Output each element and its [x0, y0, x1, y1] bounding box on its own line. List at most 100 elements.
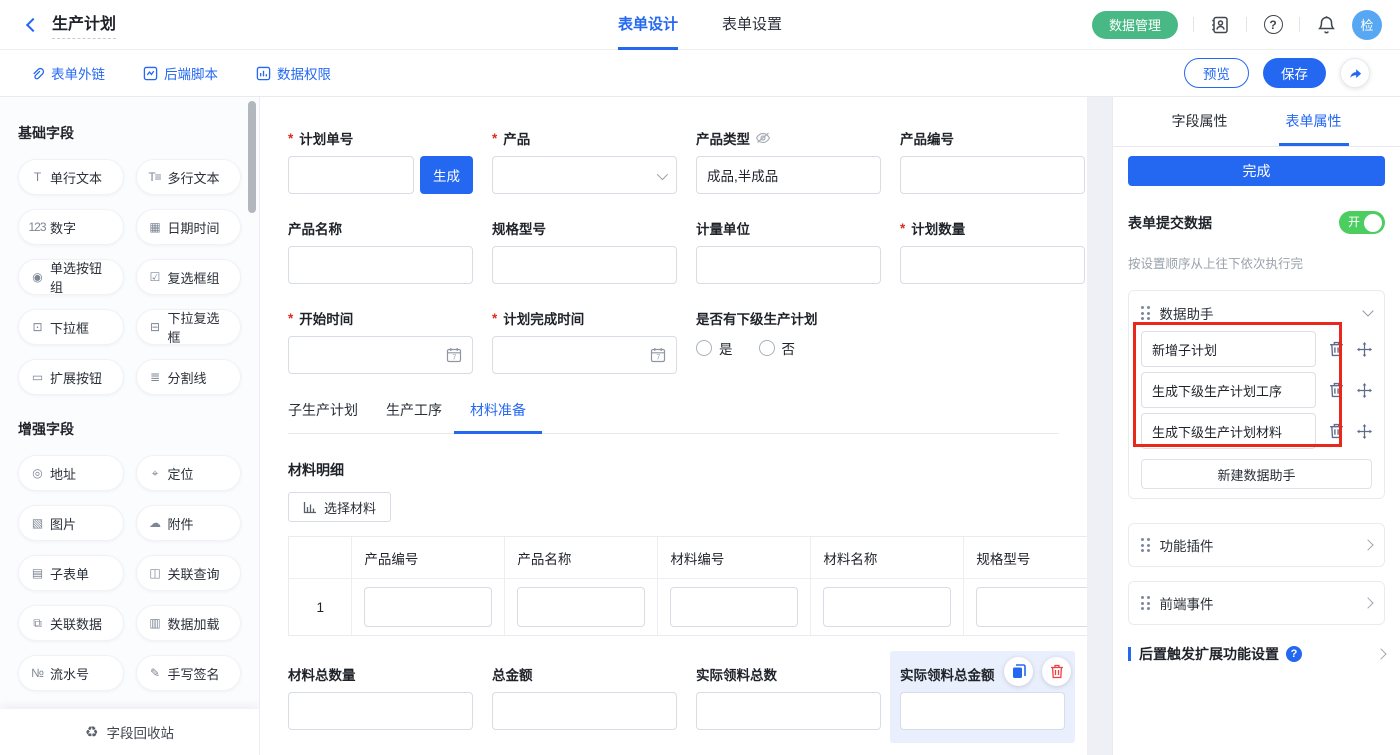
plan-finish-time-input[interactable]: 7: [492, 336, 677, 374]
unit-input[interactable]: [696, 246, 881, 284]
field-product-code[interactable]: 产品编号: [900, 130, 1085, 194]
field-pill-single-line-text[interactable]: T单行文本: [18, 159, 124, 195]
generate-button[interactable]: 生成: [420, 156, 473, 194]
field-pill-divider-line[interactable]: ≣分割线: [136, 359, 242, 395]
field-spec-model[interactable]: 规格型号: [492, 220, 677, 284]
page-title[interactable]: 生产计划: [52, 10, 116, 39]
field-actual-pick-amount-selected[interactable]: 实际领料总金额: [890, 651, 1075, 743]
field-pill-radio-group[interactable]: ◉单选按钮组: [18, 259, 124, 295]
field-pill-datetime[interactable]: ▦日期时间: [136, 209, 242, 245]
plan-number-input[interactable]: [288, 156, 414, 194]
tab-form-properties[interactable]: 表单属性: [1286, 97, 1342, 146]
tab-sub-production-plan[interactable]: 子生产计划: [288, 400, 358, 433]
actual-pick-amount-input[interactable]: [900, 692, 1065, 730]
field-pill-subform[interactable]: ▤子表单: [18, 555, 124, 591]
data-manage-button[interactable]: 数据管理: [1092, 11, 1178, 39]
move-assistant-icon[interactable]: [1357, 424, 1372, 439]
form-external-link[interactable]: 表单外链: [30, 63, 105, 83]
start-time-input[interactable]: 7: [288, 336, 473, 374]
plugin-section-card[interactable]: 功能插件: [1128, 523, 1385, 567]
field-plan-quantity[interactable]: *计划数量: [900, 220, 1085, 284]
field-product-type[interactable]: 产品类型 成品,半成品: [696, 130, 881, 194]
actual-pick-total-input[interactable]: [696, 692, 881, 730]
help-icon[interactable]: ?: [1262, 14, 1284, 36]
save-button[interactable]: 保存: [1263, 58, 1326, 88]
chevron-right-icon[interactable]: [1362, 597, 1373, 608]
cell-input[interactable]: [364, 587, 492, 627]
tab-form-settings[interactable]: 表单设置: [722, 0, 782, 50]
share-button[interactable]: [1340, 58, 1370, 88]
cell-input[interactable]: [517, 587, 645, 627]
preview-button[interactable]: 预览: [1184, 58, 1249, 88]
radio-option-yes[interactable]: 是: [696, 338, 733, 358]
delete-assistant-icon[interactable]: [1329, 341, 1344, 357]
assistant-item-input[interactable]: 生成下级生产计划材料: [1141, 413, 1316, 449]
field-pill-multi-dropdown[interactable]: ⊟下拉复选框: [136, 309, 242, 345]
data-permission-link[interactable]: 数据权限: [256, 63, 331, 83]
field-pill-attachment[interactable]: ☁附件: [136, 505, 242, 541]
cell-input[interactable]: [670, 587, 798, 627]
cell-input[interactable]: [976, 587, 1087, 627]
field-pill-image[interactable]: ▧图片: [18, 505, 124, 541]
drag-handle-icon[interactable]: [1141, 596, 1150, 610]
field-pill-relation-query[interactable]: ◫关联查询: [136, 555, 242, 591]
assistant-item-input[interactable]: 新增子计划: [1141, 331, 1316, 367]
backend-script-link[interactable]: 后端脚本: [143, 63, 218, 83]
chevron-right-icon[interactable]: [1375, 648, 1386, 659]
chevron-right-icon[interactable]: [1362, 539, 1373, 550]
field-total-amount[interactable]: 总金额: [492, 666, 677, 730]
field-pill-number[interactable]: 123数字: [18, 209, 124, 245]
product-type-input[interactable]: 成品,半成品: [696, 156, 881, 194]
avatar[interactable]: 检: [1352, 10, 1382, 40]
delete-assistant-icon[interactable]: [1329, 382, 1344, 398]
field-recycle-bin[interactable]: ♻ 字段回收站: [0, 709, 259, 755]
address-book-icon[interactable]: [1209, 14, 1231, 36]
help-filled-icon[interactable]: ?: [1286, 646, 1302, 662]
delete-assistant-icon[interactable]: [1329, 423, 1344, 439]
plan-quantity-input[interactable]: [900, 246, 1085, 284]
post-trigger-settings-link[interactable]: 后置触发扩展功能设置 ?: [1128, 644, 1385, 664]
back-icon[interactable]: [18, 12, 44, 38]
sidebar-scrollbar-thumb[interactable]: [248, 101, 256, 213]
assistant-item-input[interactable]: 生成下级生产计划工序: [1141, 372, 1316, 408]
drag-handle-icon[interactable]: [1141, 538, 1150, 552]
bell-icon[interactable]: [1315, 14, 1337, 36]
product-select[interactable]: [492, 156, 677, 194]
submit-toggle[interactable]: 开: [1339, 211, 1385, 234]
field-has-sub-plan[interactable]: 是否有下级生产计划 是 否: [696, 310, 916, 374]
field-actual-pick-total[interactable]: 实际领料总数: [696, 666, 881, 730]
field-pill-relation-data[interactable]: ⧉关联数据: [18, 605, 124, 641]
chevron-down-icon[interactable]: [1362, 305, 1373, 316]
delete-field-button[interactable]: [1042, 657, 1071, 686]
material-total-qty-input[interactable]: [288, 692, 473, 730]
cell-input[interactable]: [823, 587, 951, 627]
field-pill-extend-button[interactable]: ▭扩展按钮: [18, 359, 124, 395]
field-pill-dropdown[interactable]: ⊡下拉框: [18, 309, 124, 345]
new-data-assistant-button[interactable]: 新建数据助手: [1141, 459, 1372, 489]
field-plan-number[interactable]: *计划单号 生成: [288, 130, 473, 194]
frontend-event-card[interactable]: 前端事件: [1128, 581, 1385, 625]
total-amount-input[interactable]: [492, 692, 677, 730]
drag-handle-icon[interactable]: [1141, 306, 1150, 320]
product-code-input[interactable]: [900, 156, 1085, 194]
field-pill-multi-line-text[interactable]: T≡多行文本: [136, 159, 242, 195]
done-button[interactable]: 完成: [1128, 156, 1385, 186]
field-pill-location[interactable]: ⌖定位: [136, 455, 242, 491]
field-pill-serial-number[interactable]: №流水号: [18, 655, 124, 691]
move-assistant-icon[interactable]: [1357, 383, 1372, 398]
tab-material-preparation[interactable]: 材料准备: [470, 400, 526, 433]
field-pill-checkbox-group[interactable]: ☑复选框组: [136, 259, 242, 295]
field-product[interactable]: *产品: [492, 130, 677, 194]
field-plan-finish-time[interactable]: *计划完成时间 7: [492, 310, 677, 374]
field-product-name[interactable]: 产品名称: [288, 220, 473, 284]
tab-field-properties[interactable]: 字段属性: [1172, 97, 1228, 146]
field-unit[interactable]: 计量单位: [696, 220, 881, 284]
copy-field-button[interactable]: [1004, 657, 1033, 686]
move-assistant-icon[interactable]: [1357, 342, 1372, 357]
field-pill-signature[interactable]: ✎手写签名: [136, 655, 242, 691]
field-pill-address[interactable]: ◎地址: [18, 455, 124, 491]
field-start-time[interactable]: *开始时间 7: [288, 310, 473, 374]
radio-option-no[interactable]: 否: [759, 338, 796, 358]
tab-production-process[interactable]: 生产工序: [386, 400, 442, 433]
select-material-button[interactable]: 选择材料: [288, 492, 391, 522]
